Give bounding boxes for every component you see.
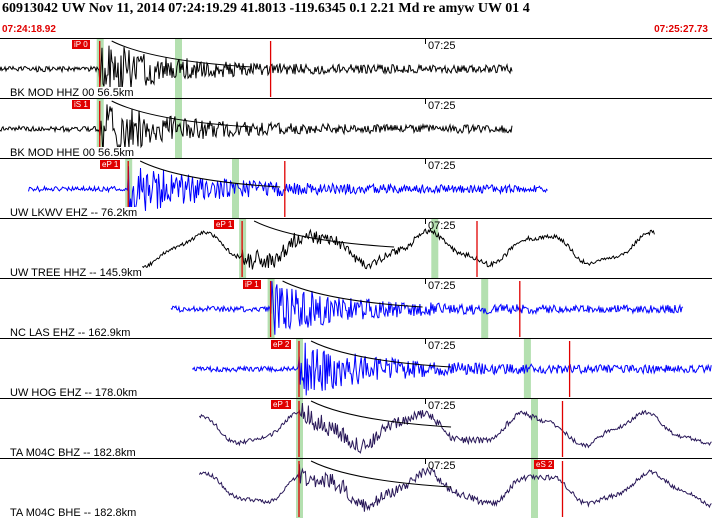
time-tick-label: 07:25 — [428, 280, 456, 292]
trace-panel[interactable]: 07:25 iP 0 BK MOD HHZ 00 56.5km — [0, 38, 712, 99]
pick-label[interactable]: iS 1 — [72, 100, 90, 109]
pick-label[interactable]: eP 2 — [271, 340, 292, 349]
time-tick-label: 07:25 — [428, 400, 456, 412]
time-tick-mark — [425, 159, 426, 164]
seismogram-trace — [170, 281, 684, 335]
time-tick-label: 07:25 — [428, 220, 456, 232]
trace-panel[interactable]: 07:25 iP 1 NC LAS EHZ -- 162.9km — [0, 278, 712, 339]
analysis-window[interactable] — [232, 159, 239, 219]
window-end-time: 07:25:27.73 — [654, 24, 708, 35]
trace-panel[interactable]: 07:25 eP 1 TA M04C BHZ -- 182.8km — [0, 398, 712, 459]
pick-label[interactable]: eP 1 — [214, 220, 235, 229]
time-tick-mark — [425, 339, 426, 344]
time-tick-mark — [425, 99, 426, 104]
pick-label[interactable]: eP 1 — [271, 400, 292, 409]
trace-panel[interactable]: 07:25 eS 2 TA M04C BHE -- 182.8km — [0, 458, 712, 518]
pick-label[interactable]: iP 1 — [243, 280, 261, 289]
time-tick-label: 07:25 — [428, 40, 456, 52]
seismogram-trace — [0, 45, 513, 93]
event-title: 60913042 UW Nov 11, 2014 07:24:19.29 41.… — [2, 1, 530, 16]
time-tick-mark — [425, 219, 426, 224]
analysis-window[interactable] — [175, 39, 182, 99]
time-tick-label: 07:25 — [428, 160, 456, 172]
seismogram-trace — [142, 227, 655, 270]
trace-area[interactable]: 07:25 iP 0 BK MOD HHZ 00 56.5km 07:25 iS 1 BK… — [0, 38, 712, 518]
time-tick-label: 07:25 — [428, 340, 456, 352]
pick-label[interactable]: eS 2 — [534, 460, 555, 469]
time-tick-mark — [425, 279, 426, 284]
pick-label[interactable]: iP 0 — [72, 40, 90, 49]
time-tick-mark — [425, 39, 426, 44]
station-label: TA M04C BHE -- 182.8km — [10, 507, 137, 518]
time-tick-mark — [425, 399, 426, 404]
header-bar: 60913042 UW Nov 11, 2014 07:24:19.29 41.… — [0, 0, 712, 38]
time-tick-label: 07:25 — [428, 460, 456, 472]
time-tick-mark — [425, 459, 426, 464]
analysis-window[interactable] — [531, 399, 538, 459]
trace-panel[interactable]: 07:25 eP 1 UW LKWV EHZ -- 76.2km — [0, 158, 712, 219]
trace-panel[interactable]: 07:25 eP 1 UW TREE HHZ -- 145.9km — [0, 218, 712, 279]
coda-curve — [253, 220, 395, 248]
time-tick-label: 07:25 — [428, 100, 456, 112]
pick-label[interactable]: eP 1 — [100, 160, 121, 169]
window-start-time: 07:24:18.92 — [2, 24, 56, 35]
trace-panel[interactable]: 07:25 eP 2 UW HOG EHZ -- 178.0km — [0, 338, 712, 399]
trace-panel[interactable]: 07:25 iS 1 BK MOD HHE 00 56.5km — [0, 98, 712, 159]
